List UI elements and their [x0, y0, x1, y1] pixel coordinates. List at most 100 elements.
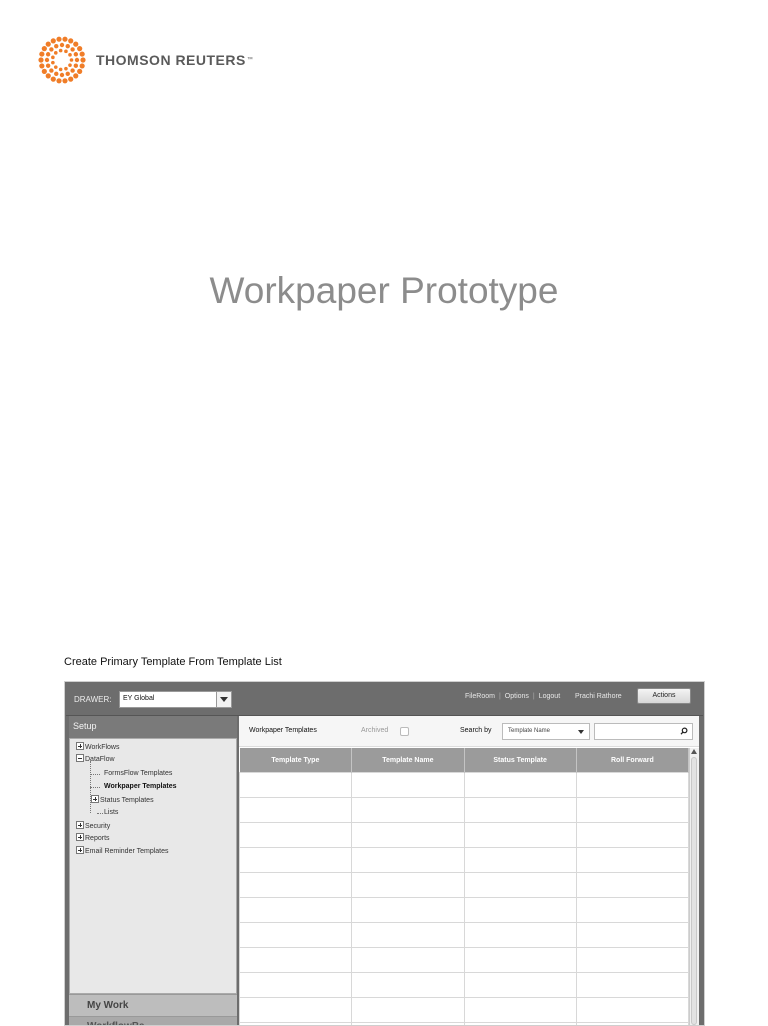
- table-cell[interactable]: [464, 798, 576, 823]
- tree-item-reports[interactable]: Reports: [76, 834, 110, 842]
- table-cell[interactable]: [576, 898, 688, 923]
- table-row[interactable]: [240, 873, 689, 898]
- logo-dot: [46, 42, 51, 47]
- table-cell[interactable]: [576, 848, 688, 873]
- tree-item-dataflow[interactable]: DataFlow: [76, 755, 115, 763]
- table-cell[interactable]: [240, 873, 352, 898]
- archived-checkbox[interactable]: [400, 727, 409, 736]
- expand-icon[interactable]: [76, 742, 84, 750]
- logo-dot: [62, 78, 67, 83]
- drawer-select[interactable]: EY Global: [119, 691, 232, 708]
- column-header-template-type[interactable]: Template Type: [240, 748, 352, 773]
- table-cell[interactable]: [352, 998, 464, 1023]
- column-header-template-name[interactable]: Template Name: [352, 748, 464, 773]
- table-row[interactable]: [240, 848, 689, 873]
- table-cell[interactable]: [240, 898, 352, 923]
- table-cell[interactable]: [240, 948, 352, 973]
- actions-button[interactable]: Actions: [637, 688, 691, 704]
- table-cell[interactable]: [352, 923, 464, 948]
- table-cell[interactable]: [464, 898, 576, 923]
- logo-dot: [77, 46, 82, 51]
- tree-item-lists[interactable]: Lists: [104, 809, 118, 816]
- table-cell[interactable]: [352, 823, 464, 848]
- table-cell[interactable]: [352, 873, 464, 898]
- logout-link[interactable]: Logout: [535, 693, 564, 700]
- vertical-scrollbar[interactable]: [689, 748, 699, 1025]
- table-row[interactable]: [240, 823, 689, 848]
- chevron-down-icon[interactable]: [578, 730, 584, 734]
- table-cell[interactable]: [576, 923, 688, 948]
- scroll-up-icon[interactable]: [691, 749, 697, 754]
- table-cell[interactable]: [576, 973, 688, 998]
- options-link[interactable]: Options: [501, 693, 533, 700]
- table-cell[interactable]: [240, 1023, 352, 1026]
- search-input[interactable]: [595, 729, 681, 742]
- table-cell[interactable]: [464, 948, 576, 973]
- fileroom-link[interactable]: FileRoom: [461, 693, 499, 700]
- user-name[interactable]: Prachi Rathore: [575, 693, 622, 700]
- table-row[interactable]: [240, 923, 689, 948]
- setup-header[interactable]: Setup: [69, 716, 237, 738]
- expand-icon[interactable]: [76, 846, 84, 854]
- table-row[interactable]: [240, 798, 689, 823]
- expand-icon[interactable]: [76, 821, 84, 829]
- table-cell[interactable]: [464, 848, 576, 873]
- table-cell[interactable]: [352, 973, 464, 998]
- table-row[interactable]: [240, 998, 689, 1023]
- tree-item-status-templates[interactable]: Status Templates: [91, 796, 154, 804]
- search-box[interactable]: [594, 723, 693, 740]
- table-cell[interactable]: [464, 873, 576, 898]
- table-row[interactable]: [240, 773, 689, 798]
- column-header-status-template[interactable]: Status Template: [464, 748, 576, 773]
- table-cell[interactable]: [576, 773, 688, 798]
- tree-item-label: Security: [85, 823, 110, 830]
- table-cell[interactable]: [352, 773, 464, 798]
- table-cell[interactable]: [240, 998, 352, 1023]
- search-icon[interactable]: [680, 727, 688, 735]
- nav-my-work[interactable]: My Work: [69, 994, 237, 1016]
- table-cell[interactable]: [576, 1023, 688, 1026]
- table-row[interactable]: [240, 973, 689, 998]
- table-cell[interactable]: [464, 973, 576, 998]
- table-cell[interactable]: [240, 798, 352, 823]
- scroll-thumb[interactable]: [691, 757, 697, 1025]
- table-cell[interactable]: [464, 1023, 576, 1026]
- table-cell[interactable]: [464, 923, 576, 948]
- tree-item-workflows[interactable]: WorkFlows: [76, 743, 119, 751]
- expand-icon[interactable]: [91, 795, 99, 803]
- tree-item-security[interactable]: Security: [76, 822, 110, 830]
- table-cell[interactable]: [240, 973, 352, 998]
- table-cell[interactable]: [576, 873, 688, 898]
- search-by-select[interactable]: Template Name: [502, 723, 590, 740]
- logo-dot: [46, 64, 50, 68]
- table-cell[interactable]: [352, 898, 464, 923]
- table-cell[interactable]: [352, 848, 464, 873]
- table-cell[interactable]: [464, 773, 576, 798]
- table-row[interactable]: [240, 948, 689, 973]
- chevron-down-icon[interactable]: [216, 692, 231, 707]
- table-cell[interactable]: [576, 998, 688, 1023]
- column-header-roll-forward[interactable]: Roll Forward: [576, 748, 688, 773]
- table-cell[interactable]: [576, 948, 688, 973]
- table-cell[interactable]: [240, 848, 352, 873]
- table-cell[interactable]: [240, 773, 352, 798]
- table-cell[interactable]: [464, 823, 576, 848]
- table-cell[interactable]: [576, 798, 688, 823]
- table-cell[interactable]: [464, 998, 576, 1023]
- table-cell[interactable]: [240, 923, 352, 948]
- nav-workflow[interactable]: WorkflowBa: [69, 1016, 237, 1026]
- table-row[interactable]: [240, 898, 689, 923]
- collapse-icon[interactable]: [76, 754, 84, 762]
- table-cell[interactable]: [352, 1023, 464, 1026]
- table-cell[interactable]: [576, 823, 688, 848]
- table-cell[interactable]: [240, 823, 352, 848]
- tree-item-formsflow-templates[interactable]: FormsFlow Templates: [104, 770, 172, 777]
- tree-item-workpaper-templates[interactable]: Workpaper Templates: [104, 783, 177, 790]
- table-row[interactable]: [240, 1023, 689, 1026]
- tree-item-email-reminder-templates[interactable]: Email Reminder Templates: [76, 847, 169, 855]
- table-cell[interactable]: [352, 798, 464, 823]
- tree-item-label: WorkFlows: [85, 744, 119, 751]
- expand-icon[interactable]: [76, 833, 84, 841]
- table-cell[interactable]: [352, 948, 464, 973]
- logo-dot: [46, 52, 50, 56]
